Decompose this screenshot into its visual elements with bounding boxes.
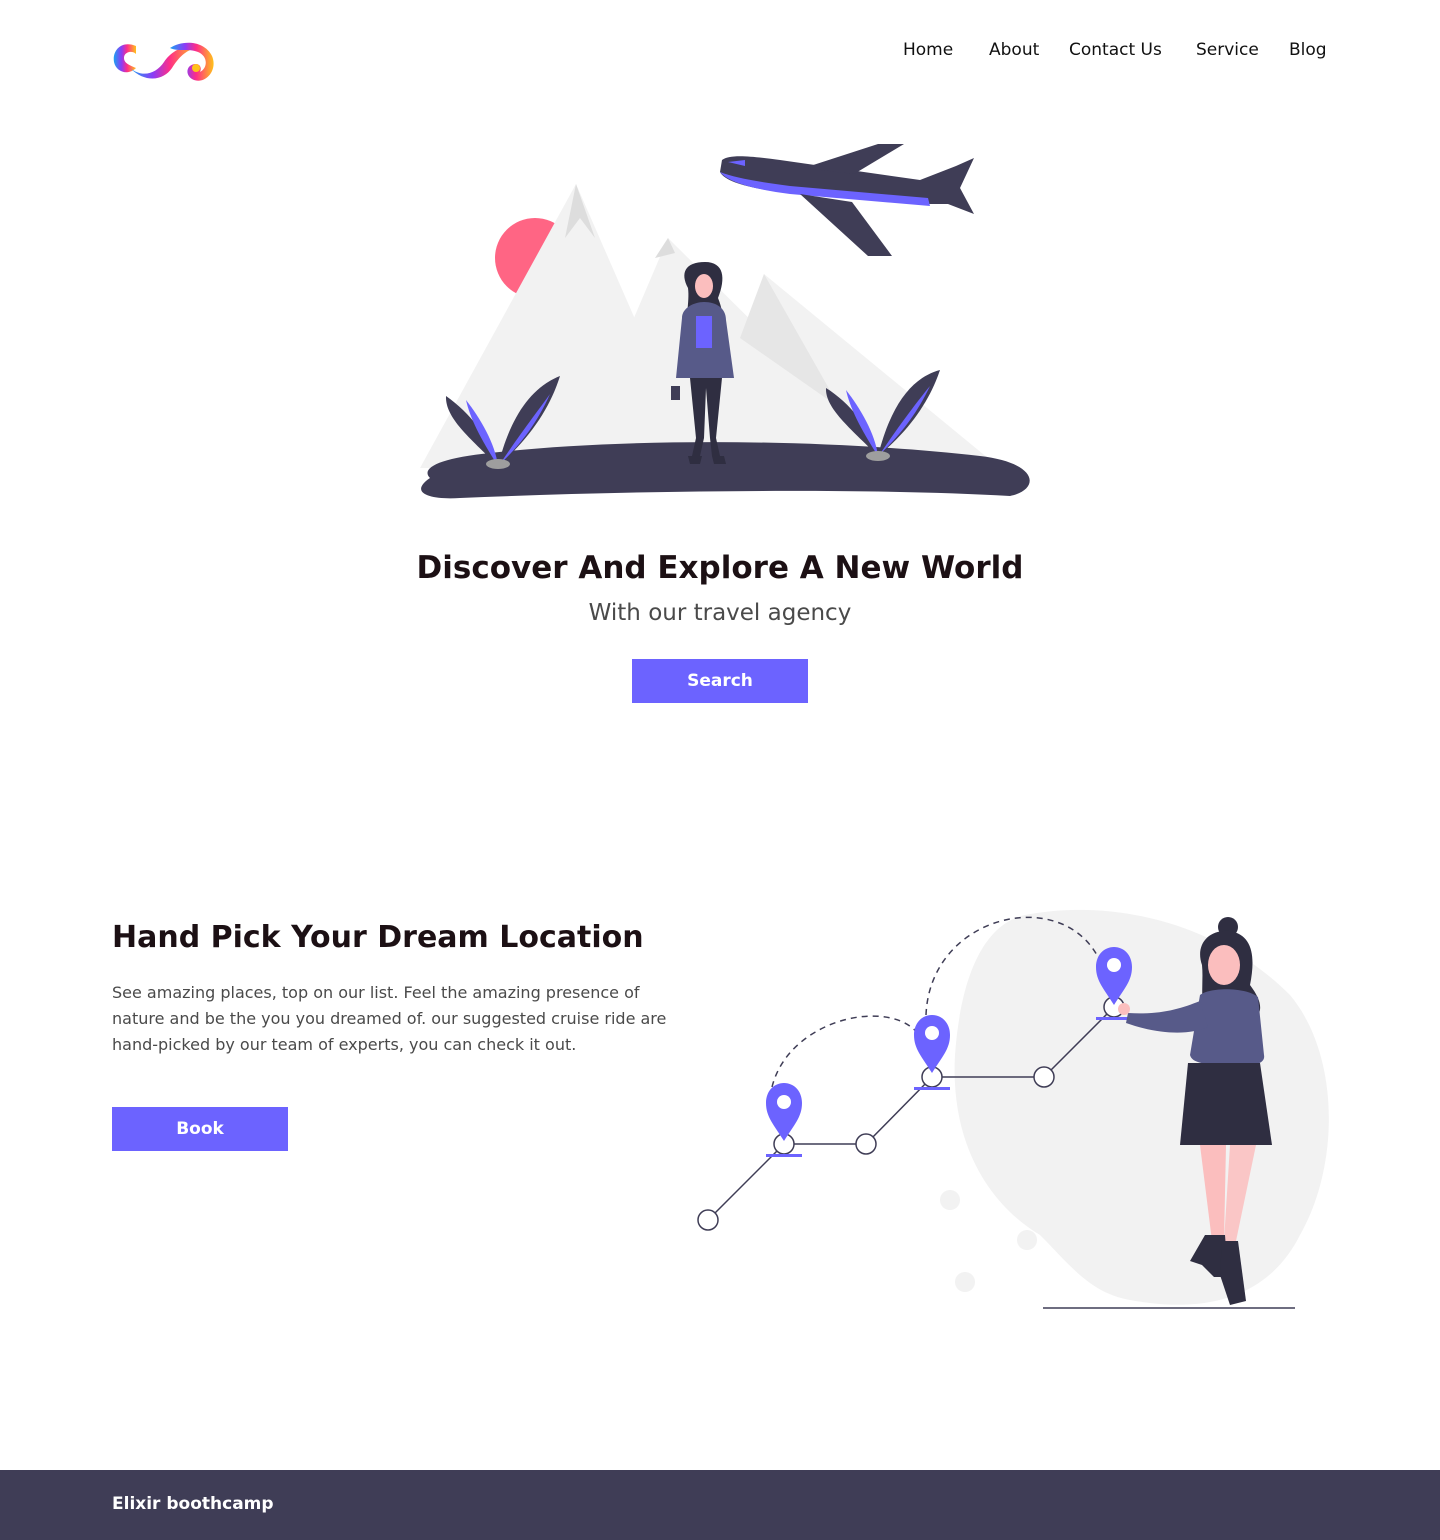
route-node (1033, 1066, 1055, 1088)
footer-text: Elixir boothcamp (112, 1494, 274, 1514)
mountain-right (700, 274, 1000, 468)
main-nav: Home About Contact Us Service Blog (0, 40, 1440, 64)
section-title: Hand Pick Your Dream Location (112, 920, 644, 955)
airplane-shape (720, 144, 974, 256)
book-button[interactable]: Book (112, 1107, 288, 1151)
nav-blog[interactable]: Blog (1289, 40, 1327, 60)
hero-illustration (420, 144, 1030, 499)
route-node (697, 1209, 719, 1231)
nav-service[interactable]: Service (1196, 40, 1259, 60)
site-header: Home About Contact Us Service Blog (0, 0, 1440, 110)
route-node (855, 1133, 877, 1155)
hero-subtitle: With our travel agency (588, 600, 852, 626)
site-footer: Elixir boothcamp (0, 1470, 1440, 1540)
nav-contact-us[interactable]: Contact Us (1069, 40, 1162, 60)
section-paragraph: See amazing places, top on our list. Fee… (112, 983, 667, 1054)
nav-about[interactable]: About (989, 40, 1039, 60)
hero-title: Discover And Explore A New World (416, 550, 1024, 586)
search-button[interactable]: Search (632, 659, 808, 703)
nav-home[interactable]: Home (903, 40, 953, 60)
background-blob (954, 909, 1329, 1305)
feature-illustration (697, 909, 1329, 1309)
